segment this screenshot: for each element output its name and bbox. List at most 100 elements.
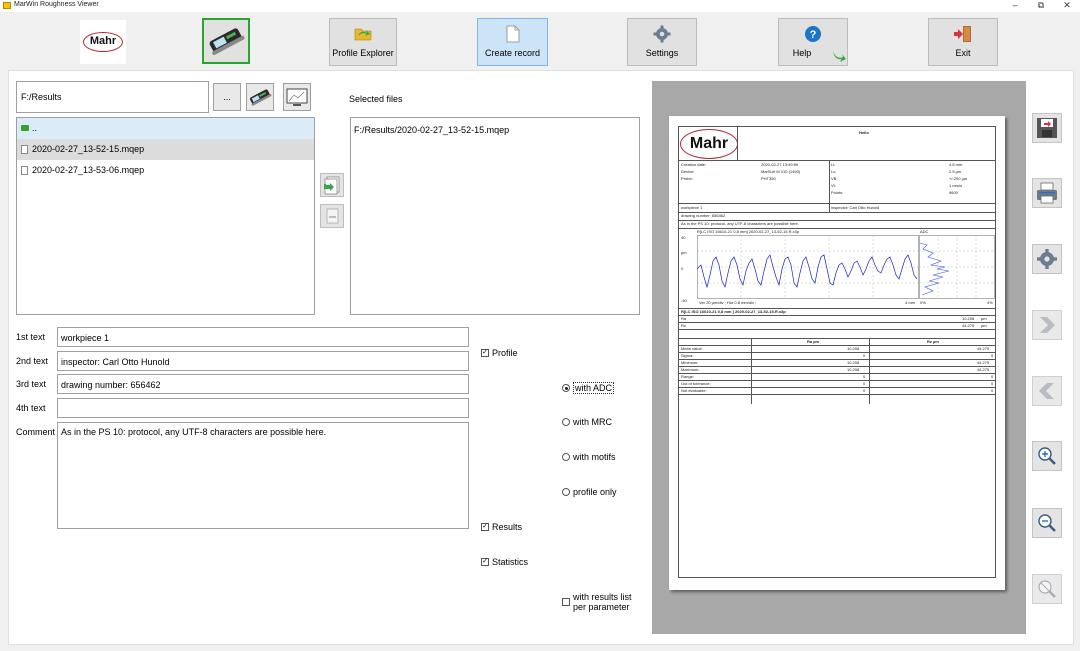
checkbox-checked-icon: ✓ <box>481 523 489 531</box>
stats-rz-value: 0 <box>991 353 994 358</box>
help-icon: ? <box>805 26 821 42</box>
checkbox-unchecked-icon <box>562 598 570 606</box>
results-list-per-parameter-checkbox[interactable]: with results list per parameter <box>562 592 632 612</box>
divider <box>679 160 995 161</box>
page-settings-button[interactable] <box>1032 244 1062 274</box>
next-page-button[interactable] <box>1032 310 1062 340</box>
adc-plot <box>919 235 995 299</box>
list-item-selected-file[interactable]: F:/Results/2020-02-27_13-52-15.mqep <box>354 125 636 135</box>
divider <box>679 352 995 353</box>
y-axis-unit: µm <box>681 250 687 255</box>
load-from-pc-button[interactable] <box>283 83 311 111</box>
profile-explorer-button[interactable]: Profile Explorer <box>329 18 397 66</box>
zoom-reset-icon <box>1038 580 1056 598</box>
load-from-device-button[interactable] <box>246 83 274 111</box>
marwin-roughness-viewer-window: { "window": { "title": "MarWin Roughness… <box>0 0 1080 651</box>
preview-header-key: Device: <box>681 169 695 174</box>
stats-ra-value: 10.208 <box>847 346 860 351</box>
browse-button[interactable]: ... <box>213 83 241 111</box>
minimize-button[interactable]: – <box>1005 0 1025 12</box>
text4-field[interactable] <box>57 398 469 418</box>
list-item-parent-folder[interactable]: .. <box>17 118 314 139</box>
list-item-file[interactable]: 2020-02-27_13-52-15.mqep <box>17 139 314 160</box>
statistics-checkbox[interactable]: ✓ Statistics <box>481 557 528 567</box>
divider <box>679 203 995 204</box>
help-label: Help <box>792 48 812 58</box>
radio-unselected-icon <box>562 453 570 461</box>
profile-checkbox[interactable]: ✓ Profile <box>481 348 518 358</box>
stats-header: Rz µm <box>927 339 939 344</box>
folder-path-input[interactable]: F:/Results <box>16 81 209 113</box>
zoom-out-button[interactable] <box>1032 508 1062 538</box>
stats-rz-value: 0 <box>991 381 994 386</box>
stats-ra-value: 0 <box>863 388 866 393</box>
y-axis-bottom-label: -40 <box>681 298 687 303</box>
text3-field[interactable]: drawing number: 656462 <box>57 374 469 394</box>
zoom-in-button[interactable] <box>1032 441 1062 471</box>
monitor-icon <box>286 88 308 106</box>
record-frame: Mahr Hello Creation date: 2020-02-27 13:… <box>678 126 996 578</box>
stats-rz-value: 0 <box>991 374 994 379</box>
divider <box>679 366 995 367</box>
help-button[interactable]: ? Help <box>778 18 848 66</box>
stats-ra-value: 0 <box>863 353 866 358</box>
text4-label: 4th text <box>16 403 46 413</box>
with-adc-label: with ADC <box>573 382 615 394</box>
selected-files-list[interactable]: F:/Results/2020-02-27_13-52-15.mqep <box>350 117 640 315</box>
file-icon <box>21 166 28 175</box>
preview-header-value: 2.5 µm <box>949 169 962 174</box>
with-adc-radio[interactable]: with ADC <box>562 382 615 394</box>
stats-row-label: Out of tolerance: <box>681 381 711 386</box>
profile-only-label: profile only <box>573 487 617 497</box>
adc-end-label: 4% <box>987 300 993 305</box>
divider <box>679 345 995 346</box>
radio-unselected-icon <box>562 418 570 426</box>
profile-only-radio[interactable]: profile only <box>562 487 617 497</box>
device-button[interactable] <box>202 18 250 64</box>
preview-header-key: Lc: <box>831 169 837 174</box>
add-to-selection-button[interactable] <box>320 173 344 197</box>
y-axis-zero-label: 0 <box>681 266 684 271</box>
with-mrc-radio[interactable]: with MRC <box>562 417 612 427</box>
profile-line <box>697 254 918 289</box>
zoom-out-icon <box>1038 514 1056 532</box>
list-item-file[interactable]: 2020-02-27_13-53-06.mqep <box>17 160 314 181</box>
preview-header-key: VB: <box>831 176 838 181</box>
divider <box>679 338 995 339</box>
result-param: Ra <box>681 316 687 321</box>
arrow-back-icon <box>1039 383 1054 399</box>
text1-field[interactable]: workpiece 1 <box>57 327 469 347</box>
previous-page-button[interactable] <box>1032 376 1062 406</box>
stats-row-label: Range: <box>681 374 694 379</box>
comment-field[interactable]: As in the PS 10: protocol, any UTF-8 cha… <box>57 422 469 529</box>
checkbox-checked-icon: ✓ <box>481 558 489 566</box>
results-checkbox[interactable]: ✓ Results <box>481 522 522 532</box>
scale-note: Ver 20 µm/div ; Hor 0.8 mm/div ; <box>699 300 757 305</box>
file-list[interactable]: .. 2020-02-27_13-52-15.mqep 2020-02-27_1… <box>16 117 315 315</box>
text2-field[interactable]: inspector: Carl Otto Hunold <box>57 351 469 371</box>
with-motifs-radio[interactable]: with motifs <box>562 452 616 462</box>
text3-label: 3rd text <box>16 379 47 389</box>
result-value: 44.275 <box>962 323 975 328</box>
profile-explorer-label: Profile Explorer <box>332 48 394 58</box>
settings-button[interactable]: Settings <box>627 18 697 66</box>
exit-button[interactable]: Exit <box>928 18 998 66</box>
preview-comment: As in the PS 10: protocol, any UTF-8 cha… <box>681 221 799 226</box>
save-button[interactable] <box>1032 113 1062 143</box>
remove-from-selection-button[interactable] <box>320 204 344 228</box>
maximize-button[interactable]: ⧉ <box>1031 0 1051 12</box>
zoom-reset-button[interactable] <box>1032 574 1062 604</box>
result-unit: µm <box>981 316 987 321</box>
divider <box>829 160 830 213</box>
create-record-button[interactable]: Create record <box>477 18 548 66</box>
close-button[interactable]: ✕ <box>1057 0 1077 12</box>
stats-row-label: Not evaluable: <box>681 388 707 393</box>
preview-text3: drawing number: 656462 <box>681 213 726 218</box>
roughness-device-icon <box>249 89 272 106</box>
divider <box>679 212 995 213</box>
help-arrow-icon <box>833 51 846 62</box>
with-mrc-label: with MRC <box>573 417 613 427</box>
settings-label: Settings <box>645 48 679 58</box>
results-title: R[LC ISO 16610-21 0,8 mm ] 2020-02-27_13… <box>681 309 786 314</box>
print-button[interactable] <box>1032 178 1062 208</box>
